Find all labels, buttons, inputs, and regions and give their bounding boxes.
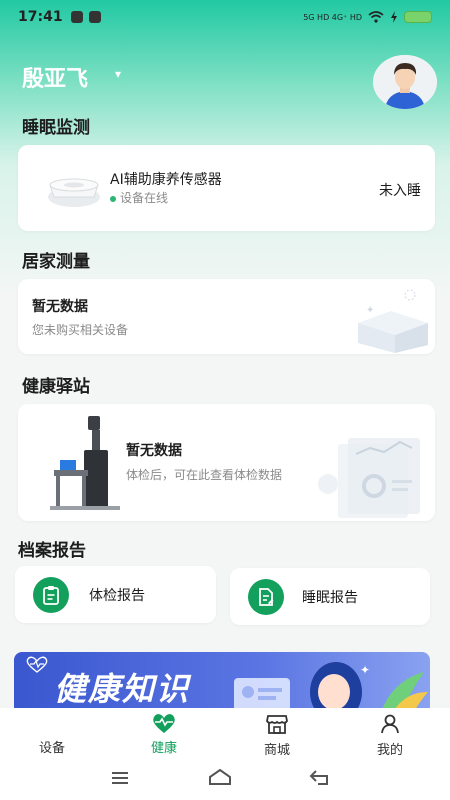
device-name: AI辅助康养传感器 <box>110 172 222 188</box>
menu-icon[interactable] <box>110 770 130 786</box>
empty-subtitle: 体检后，可在此查看体检数据 <box>126 468 283 482</box>
tab-label: 我的 <box>376 743 403 758</box>
status-time: 17:41 <box>18 9 63 25</box>
tab-device[interactable]: 设备 <box>12 708 92 762</box>
device-status: 设备在线 <box>110 189 168 206</box>
header: 殷亚飞 ▾ <box>22 55 437 110</box>
user-name-selector[interactable]: 殷亚飞 <box>22 61 88 93</box>
wifi-icon <box>368 11 384 23</box>
svg-text:✦: ✦ <box>360 663 370 677</box>
status-right: 5G HD 4G⁺ HD <box>303 11 432 23</box>
avatar-image <box>373 55 437 109</box>
user-icon <box>381 714 399 734</box>
report-card-physical-exam[interactable]: 体检报告 <box>15 566 216 623</box>
heart-pulse-icon <box>153 714 175 733</box>
sensor-device-icon <box>48 178 100 207</box>
section-title-home-measure: 居家测量 <box>22 252 90 272</box>
chevron-down-icon[interactable]: ▾ <box>115 67 121 81</box>
back-icon[interactable] <box>308 768 332 786</box>
system-navigation-bar <box>0 762 450 800</box>
notification-icons <box>70 11 101 23</box>
tab-label: 健康 <box>150 741 177 756</box>
tab-profile[interactable]: 我的 <box>350 708 430 762</box>
banner-title: 健康知识 <box>54 670 191 708</box>
clipboard-icon <box>33 577 69 613</box>
store-icon <box>266 715 288 734</box>
health-kiosk-icon <box>50 416 120 510</box>
tab-label: 设备 <box>38 741 65 756</box>
report-illustration-icon <box>318 438 420 518</box>
tab-mall[interactable]: 商城 <box>237 708 317 762</box>
document-edit-icon <box>248 579 284 615</box>
empty-title: 暂无数据 <box>32 299 88 315</box>
status-bar: 17:41 5G HD 4G⁺ HD <box>0 0 450 34</box>
charging-icon <box>391 11 397 23</box>
message-notification-icon <box>88 11 101 23</box>
section-title-sleep: 睡眠监测 <box>22 118 90 138</box>
app-notification-icon <box>70 11 83 23</box>
home-icon[interactable] <box>208 768 232 786</box>
empty-box-icon: ✦ <box>358 289 428 353</box>
sleep-state: 未入睡 <box>379 183 421 199</box>
section-title-archive: 档案报告 <box>18 541 86 561</box>
report-card-sleep[interactable]: 睡眠报告 <box>230 568 430 625</box>
svg-text:✦: ✦ <box>366 305 374 316</box>
empty-subtitle: 您未购买相关设备 <box>32 323 129 337</box>
bottom-tab-bar: 设备 健康 商城 我的 <box>0 708 450 762</box>
sleep-device-card[interactable]: AI辅助康养传感器 设备在线 未入睡 <box>18 145 435 231</box>
tab-health[interactable]: 健康 <box>124 708 204 762</box>
online-dot-icon <box>110 195 116 202</box>
empty-title: 暂无数据 <box>126 443 182 459</box>
report-label: 体检报告 <box>89 588 145 604</box>
avatar[interactable] <box>373 55 437 109</box>
health-station-card[interactable]: 暂无数据 体检后，可在此查看体检数据 <box>18 404 435 521</box>
section-title-health-station: 健康驿站 <box>22 377 90 397</box>
tab-label: 商城 <box>263 743 290 758</box>
battery-icon <box>404 11 432 23</box>
report-label: 睡眠报告 <box>302 590 358 606</box>
home-measure-card[interactable]: 暂无数据 您未购买相关设备 ✦ <box>18 279 435 354</box>
heartbeat-icon <box>26 656 48 673</box>
network-label: 5G HD 4G⁺ HD <box>303 12 362 22</box>
